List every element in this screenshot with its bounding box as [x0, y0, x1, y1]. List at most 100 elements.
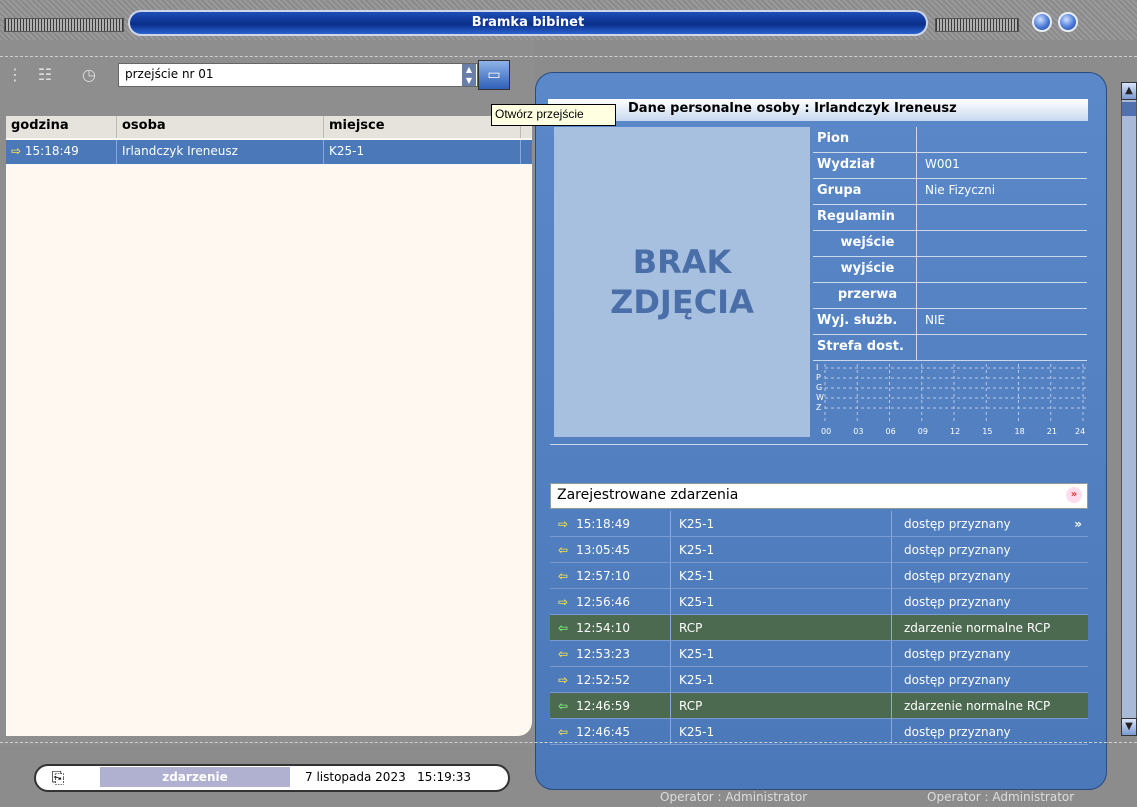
event-place: K25-1 — [671, 589, 892, 614]
event-time: 12:57:10 — [576, 568, 630, 583]
divider — [0, 742, 1137, 743]
event-row[interactable]: ⇦ 12:57:10 K25-1 dostęp przyznany — [550, 563, 1088, 589]
open-passage-button[interactable]: ▭ — [478, 60, 510, 90]
event-time: 12:46:59 — [576, 698, 630, 713]
event-status: dostęp przyznany — [904, 594, 1011, 609]
arrow-out-icon: ⇦ — [558, 646, 569, 661]
info-label: Grupa — [813, 179, 917, 204]
clock-icon[interactable]: ◷ — [78, 64, 100, 86]
col-header-time[interactable]: godzina — [6, 116, 117, 138]
time-chart: IPGWZ 00 03 06 09 12 15 18 21 24 — [816, 363, 1087, 436]
export-icon[interactable]: ⎘ — [48, 768, 68, 788]
window-title: Bramka bibinet — [128, 10, 928, 36]
info-row: przerwa — [813, 283, 1087, 309]
scroll-up-button[interactable]: ▲ — [1121, 82, 1137, 100]
info-value — [917, 335, 1087, 360]
event-time: 12:52:52 — [576, 672, 630, 687]
info-label: przerwa — [813, 283, 917, 308]
event-time: 15:18:49 — [576, 516, 630, 531]
person-info-table: Pion Wydział W001 Grupa Nie Fizyczni Regulami… — [813, 127, 1087, 361]
info-value: Nie Fizyczni — [925, 183, 996, 197]
more-icon[interactable]: » — [1074, 517, 1082, 531]
divider — [550, 444, 1088, 445]
operator-bar: Operator : Administrator Operator : Admi… — [535, 790, 1085, 807]
info-label: Strefa dost. — [813, 335, 917, 360]
arrow-in-icon: ⇨ — [558, 516, 569, 531]
chart-hour-label: 09 — [918, 427, 928, 436]
chart-hour-label: 00 — [821, 427, 831, 436]
minimize-button[interactable] — [1032, 12, 1052, 32]
event-time: 12:46:45 — [576, 724, 630, 739]
status-date: 7 listopada 2023 — [305, 770, 406, 784]
photo-placeholder: BRAK ZDJĘCIA — [554, 127, 810, 437]
event-status: dostęp przyznany — [904, 646, 1011, 661]
col-header-person[interactable]: osoba — [117, 116, 324, 138]
passage-select[interactable]: przejście nr 01 — [118, 63, 478, 87]
info-row: Grupa Nie Fizyczni — [813, 179, 1087, 205]
chart-row-letter: Z — [816, 403, 822, 412]
scroll-down-button[interactable]: ▼ — [1121, 718, 1137, 736]
chart-hour-label: 15 — [982, 427, 992, 436]
event-place: RCP — [671, 615, 892, 640]
arrow-out-icon: ⇦ — [558, 620, 569, 635]
events-list: ⇨ 15:18:49 K25-1 dostęp przyznany » ⇦ 13:05:45… — [550, 511, 1088, 745]
info-value — [917, 283, 1087, 308]
vertical-scrollbar[interactable] — [1121, 82, 1137, 736]
event-place: K25-1 — [671, 511, 892, 536]
event-row[interactable]: ⇦ 12:46:59 RCP zdarzenie normalne RCP — [550, 693, 1088, 719]
row-time: 15:18:49 — [24, 144, 79, 158]
arrow-in-icon: ⇨ — [558, 594, 569, 609]
arrow-out-icon: ⇦ — [558, 568, 569, 583]
event-label: zdarzenie — [100, 767, 290, 787]
chart-hour-label: 21 — [1047, 427, 1057, 436]
list-header: godzina osoba miejsce — [6, 116, 532, 138]
list-icon[interactable]: ☷ — [34, 64, 56, 86]
chart-hour-label: 24 — [1075, 427, 1085, 436]
arrow-out-icon: ⇦ — [558, 724, 569, 739]
chart-row-letter: G — [816, 383, 822, 392]
photo-text-1: BRAK — [632, 243, 732, 281]
event-row[interactable]: ⇨ 15:18:49 K25-1 dostęp przyznany » — [550, 511, 1088, 537]
events-header: Zarejestrowane zdarzenia — [550, 483, 1088, 509]
event-time: 12:56:46 — [576, 594, 630, 609]
event-status: dostęp przyznany — [904, 568, 1011, 583]
info-label: Regulamin — [813, 205, 917, 230]
event-row[interactable]: ⇨ 12:52:52 K25-1 dostęp przyznany — [550, 667, 1088, 693]
event-time: 13:05:45 — [576, 542, 630, 557]
event-status: zdarzenie normalne RCP — [904, 620, 1051, 635]
event-row[interactable]: ⇦ 12:54:10 RCP zdarzenie normalne RCP — [550, 615, 1088, 641]
arrow-in-icon: ⇨ — [11, 144, 22, 158]
info-row: Wyj. służb. NIE — [813, 309, 1087, 335]
info-label: Wyj. służb. — [813, 309, 917, 334]
operator-right: Operator : Administrator — [927, 790, 1075, 804]
info-row: Pion — [813, 127, 1087, 153]
event-place: K25-1 — [671, 641, 892, 666]
status-datetime: 7 listopada 2023 15:19:33 — [305, 767, 505, 787]
photo-text-2: ZDJĘCIA — [610, 283, 754, 321]
person-header: Dane personalne osoby : Irlandczyk Irene… — [548, 99, 1088, 121]
event-status: dostęp przyznany — [904, 672, 1011, 687]
info-row: Regulamin — [813, 205, 1087, 231]
info-value — [917, 231, 1087, 256]
info-row: wejście — [813, 231, 1087, 257]
event-place: K25-1 — [671, 719, 892, 744]
info-label: Wydział — [813, 153, 917, 178]
event-row[interactable]: ⇦ 13:05:45 K25-1 dostęp przyznany — [550, 537, 1088, 563]
status-time: 15:19:33 — [417, 770, 472, 784]
info-value: W001 — [925, 157, 960, 171]
info-value: NIE — [925, 313, 946, 327]
handle-icon[interactable]: ⋮ — [4, 64, 26, 86]
event-row[interactable]: ⇦ 12:53:23 K25-1 dostęp przyznany — [550, 641, 1088, 667]
passage-spinner[interactable]: ▲ ▼ — [462, 64, 476, 86]
chevron-down-icon[interactable]: » — [1066, 487, 1082, 503]
event-place: K25-1 — [671, 667, 892, 692]
title-grip-right[interactable] — [935, 18, 1019, 32]
table-row[interactable]: ⇨ 15:18:49 Irlandczyk Ireneusz K25-1 — [6, 140, 532, 164]
event-row[interactable]: ⇨ 12:56:46 K25-1 dostęp przyznany — [550, 589, 1088, 615]
passage-list[interactable] — [6, 116, 532, 736]
scroll-thumb[interactable] — [1122, 102, 1136, 116]
event-status: dostęp przyznany — [904, 542, 1011, 557]
close-button[interactable] — [1058, 12, 1078, 32]
title-grip-left[interactable] — [4, 18, 124, 32]
info-row: wyjście — [813, 257, 1087, 283]
